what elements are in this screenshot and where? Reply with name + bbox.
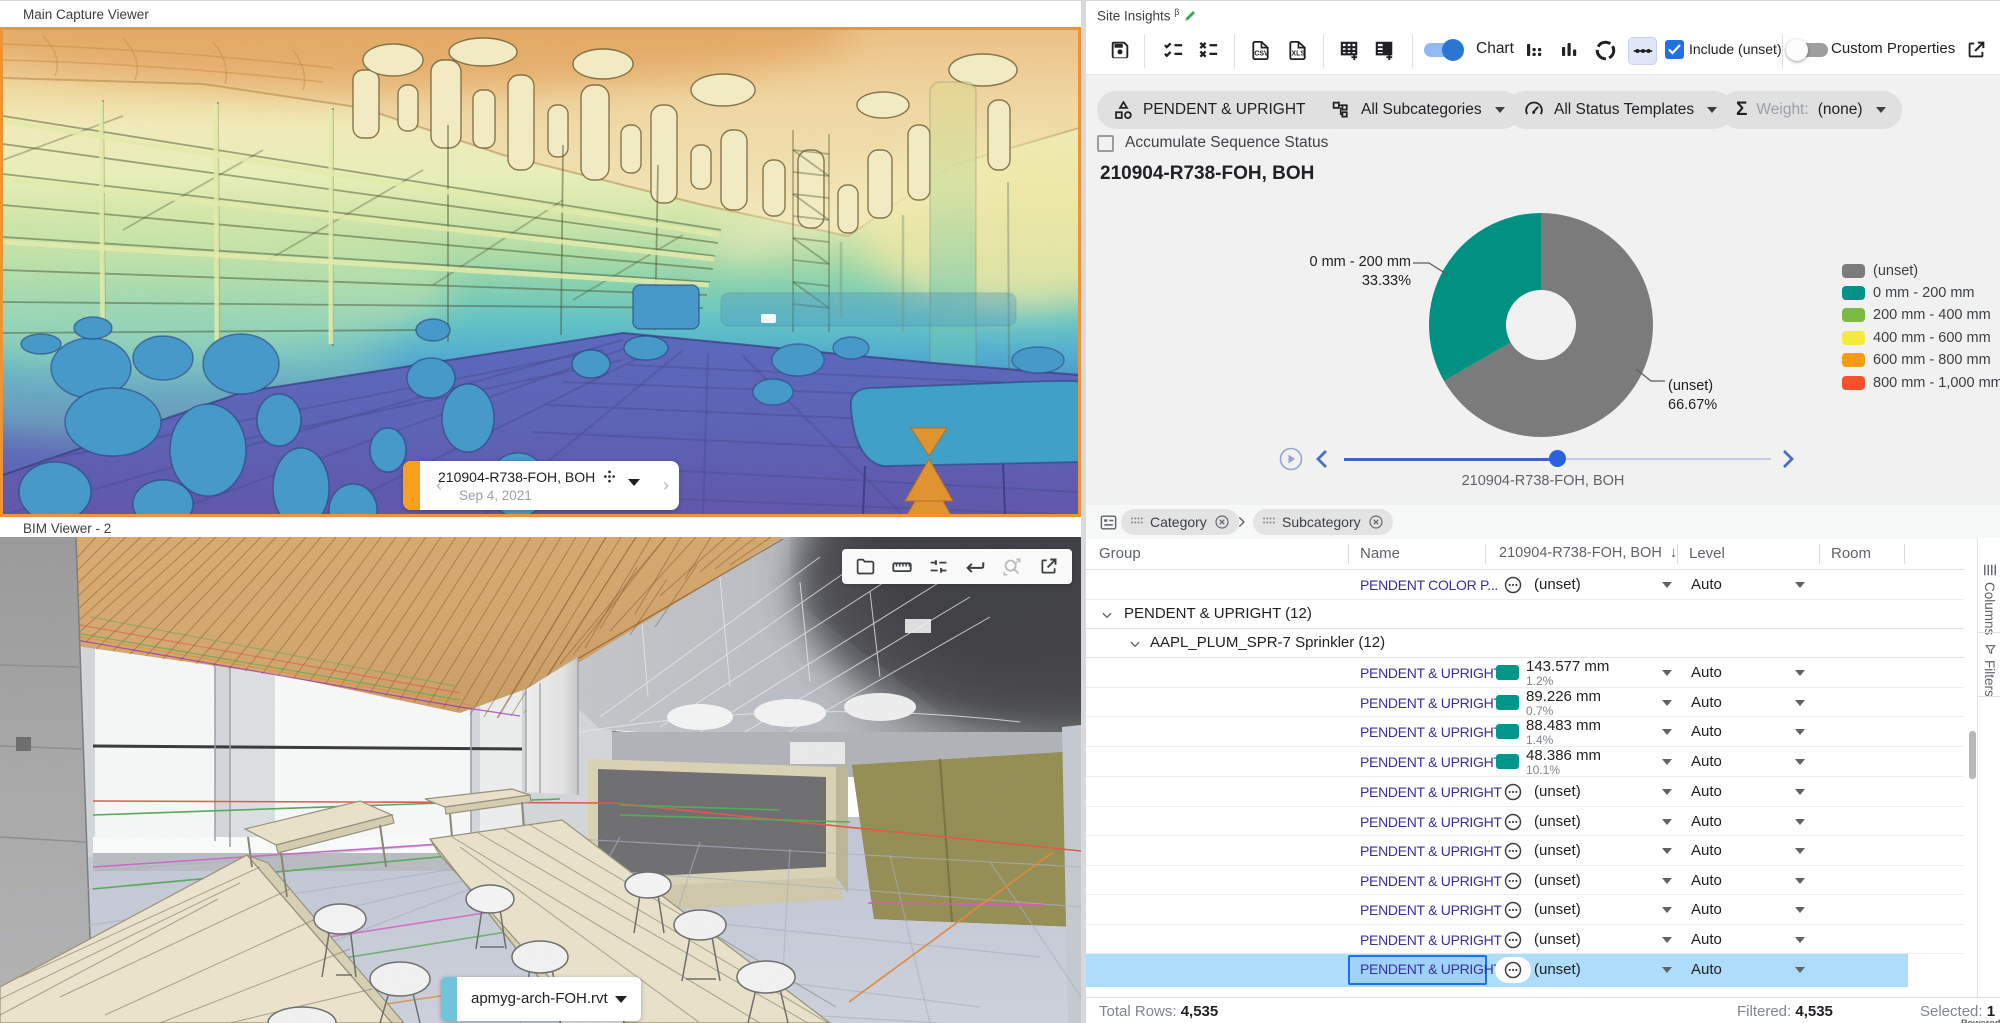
svg-text:XLS: XLS — [1292, 50, 1306, 57]
svg-text:CSV: CSV — [1254, 50, 1269, 57]
